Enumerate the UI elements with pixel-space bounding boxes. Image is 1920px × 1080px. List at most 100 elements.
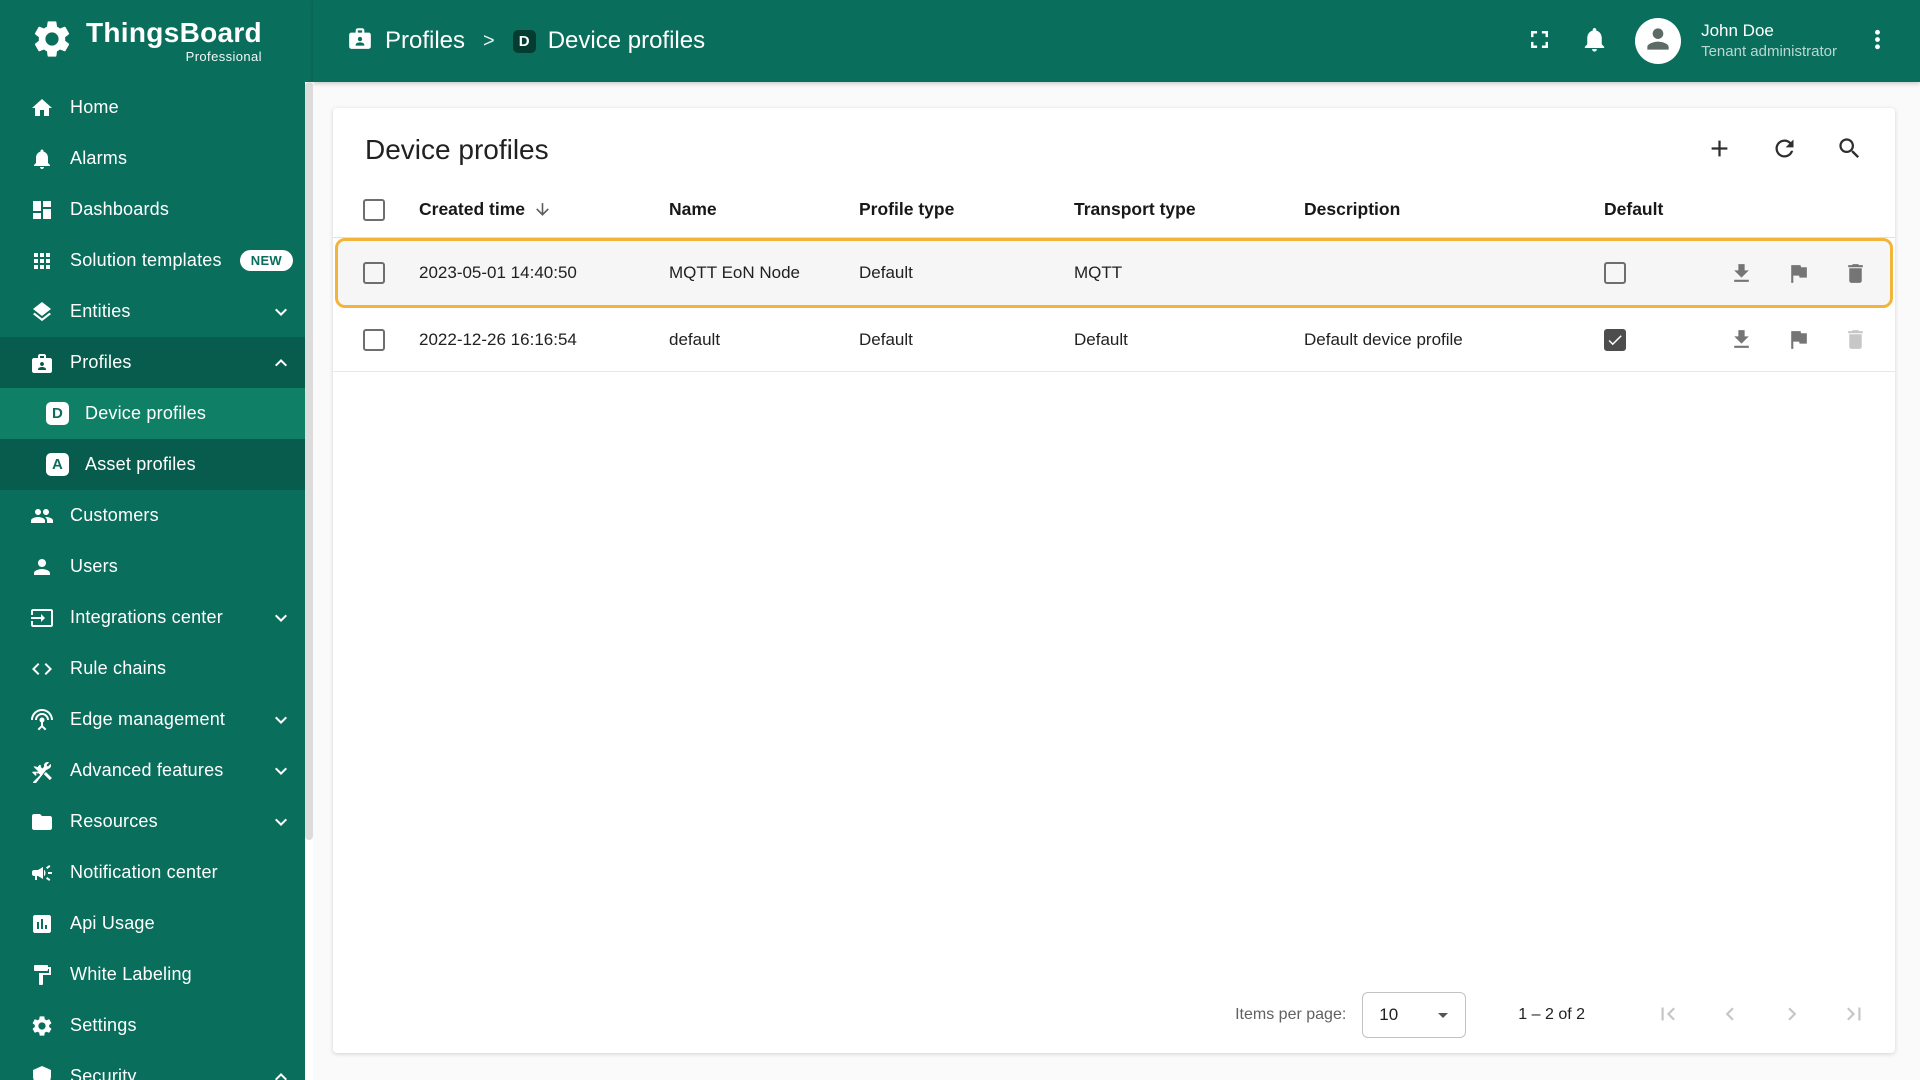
cell-transport-type: MQTT (1074, 263, 1123, 282)
entities-icon (30, 300, 54, 324)
first-page-button[interactable] (1655, 1001, 1681, 1030)
previous-page-button[interactable] (1717, 1001, 1743, 1030)
sidebar-item-label: White Labeling (70, 964, 192, 984)
column-header-name[interactable]: Name (669, 199, 859, 220)
breadcrumb: Profiles > D Device profiles (347, 25, 705, 58)
sidebar-item-profiles[interactable]: Profiles (0, 337, 313, 388)
add-device-profile-button[interactable] (1706, 135, 1733, 165)
sidebar-item-label: Api Usage (70, 913, 155, 933)
cell-description: Default device profile (1304, 329, 1463, 349)
sidebar-item-resources[interactable]: Resources (0, 796, 313, 847)
more-vert-icon (1863, 25, 1892, 57)
sidebar-item-label: Rule chains (70, 658, 167, 678)
sidebar-item-security[interactable]: Security (0, 1051, 313, 1080)
column-header-profile-type[interactable]: Profile type (859, 199, 1074, 220)
sidebar-item-label: Home (70, 97, 119, 117)
caret-down-icon (1431, 1003, 1455, 1027)
sidebar-item-asset-profiles[interactable]: A Asset profiles (0, 439, 313, 490)
logo-title: ThingsBoard (86, 17, 262, 49)
sidebar-item-customers[interactable]: Customers (0, 490, 313, 541)
sidebar-item-label: Notification center (70, 862, 218, 882)
chevron-right-icon (1779, 1001, 1805, 1030)
sidebar-item-settings[interactable]: Settings (0, 1000, 313, 1051)
edge-management-icon (30, 708, 54, 732)
profiles-icon (30, 351, 54, 375)
items-per-page-label: Items per page: (1235, 1006, 1347, 1023)
sidebar-item-notification-center[interactable]: Notification center (0, 847, 313, 898)
card-header: Device profiles (333, 108, 1895, 182)
items-per-page-value: 10 (1379, 1005, 1399, 1024)
cell-profile-type: Default (859, 329, 913, 349)
last-page-button[interactable] (1841, 1001, 1867, 1030)
sidebar-item-device-profiles[interactable]: D Device profiles (0, 388, 313, 439)
avatar[interactable] (1635, 18, 1682, 64)
next-page-button[interactable] (1779, 1001, 1805, 1030)
sidebar-item-users[interactable]: Users (0, 541, 313, 592)
dashboards-icon (30, 198, 54, 222)
sidebar-item-rule-chains[interactable]: Rule chains (0, 643, 313, 694)
fullscreen-button[interactable] (1525, 25, 1554, 57)
device-profile-icon: D (512, 29, 536, 53)
sidebar-item-alarms[interactable]: Alarms (0, 133, 313, 184)
breadcrumb-profiles[interactable]: Profiles (347, 25, 465, 58)
user-menu-button[interactable] (1863, 25, 1892, 57)
row-checkbox[interactable] (363, 328, 385, 351)
fullscreen-icon (1525, 25, 1554, 57)
sidebar-item-label: Security (70, 1066, 137, 1080)
sidebar-item-label: Resources (70, 811, 158, 831)
sidebar-item-dashboards[interactable]: Dashboards (0, 184, 313, 235)
search-button[interactable] (1836, 135, 1863, 165)
sidebar-item-integrations-center[interactable]: Integrations center (0, 592, 313, 643)
refresh-button[interactable] (1771, 135, 1798, 165)
row-checkbox[interactable] (363, 262, 385, 284)
sidebar-item-edge-management[interactable]: Edge management (0, 694, 313, 745)
sidebar-item-solution-templates[interactable]: Solution templates NEW (0, 235, 313, 286)
table-row-default[interactable]: 2022-12-26 16:16:54 default Default Default… (333, 308, 1895, 372)
column-header-created-time[interactable]: Created time (419, 199, 669, 220)
delete-profile-button (1843, 327, 1868, 352)
column-header-transport-type[interactable]: Transport type (1074, 199, 1304, 220)
column-header-default[interactable]: Default (1604, 199, 1729, 220)
white-labeling-icon (30, 963, 54, 987)
sidebar-item-entities[interactable]: Entities (0, 286, 313, 337)
chevron-up-icon (269, 351, 293, 375)
new-badge: NEW (239, 250, 293, 271)
sidebar-item-label: Customers (70, 505, 159, 525)
sidebar-item-home[interactable]: Home (0, 82, 313, 133)
page-title: Device profiles (365, 134, 549, 165)
export-profile-button[interactable] (1729, 327, 1754, 352)
user-info[interactable]: John Doe Tenant administrator (1701, 20, 1837, 62)
table-row-mqtt-eon-node[interactable]: 2023-05-01 14:40:50 MQTT EoN Node Default M… (335, 238, 1893, 308)
delete-profile-button[interactable] (1843, 261, 1868, 286)
column-header-description[interactable]: Description (1304, 199, 1604, 220)
cell-name: MQTT EoN Node (669, 263, 801, 282)
user-name: John Doe (1701, 21, 1774, 41)
device-profile-icon: D (46, 402, 69, 425)
select-all-checkbox[interactable] (363, 198, 385, 221)
make-default-button[interactable] (1786, 261, 1811, 286)
notifications-button[interactable] (1580, 25, 1609, 57)
row-actions (1729, 261, 1868, 286)
content-area: Device profiles Created time Name Profile … (313, 82, 1920, 1080)
breadcrumb-separator: > (483, 29, 495, 52)
items-per-page-select[interactable]: 10 (1362, 992, 1467, 1038)
app-logo[interactable]: ThingsBoard Professional (0, 0, 313, 82)
sidebar-item-label: Alarms (70, 148, 128, 168)
default-checkbox (1604, 328, 1626, 351)
users-icon (30, 555, 54, 579)
cell-name: default (669, 329, 721, 349)
row-actions (1729, 327, 1868, 352)
export-profile-button[interactable] (1729, 261, 1754, 286)
sidebar-scrollbar-thumb[interactable] (305, 82, 313, 841)
sidebar-item-label: Profiles (70, 352, 132, 372)
sidebar-scrollbar[interactable] (305, 82, 313, 1080)
sidebar-item-api-usage[interactable]: Api Usage (0, 898, 313, 949)
sidebar-item-label: Users (70, 556, 119, 576)
sidebar-item-white-labeling[interactable]: White Labeling (0, 949, 313, 1000)
integrations-icon (30, 606, 54, 630)
make-default-button[interactable] (1786, 327, 1811, 352)
breadcrumb-profiles-label: Profiles (385, 27, 466, 54)
breadcrumb-device-profiles[interactable]: D Device profiles (512, 27, 705, 55)
sidebar-item-advanced-features[interactable]: Advanced features (0, 745, 313, 796)
chevron-down-icon (269, 810, 293, 834)
